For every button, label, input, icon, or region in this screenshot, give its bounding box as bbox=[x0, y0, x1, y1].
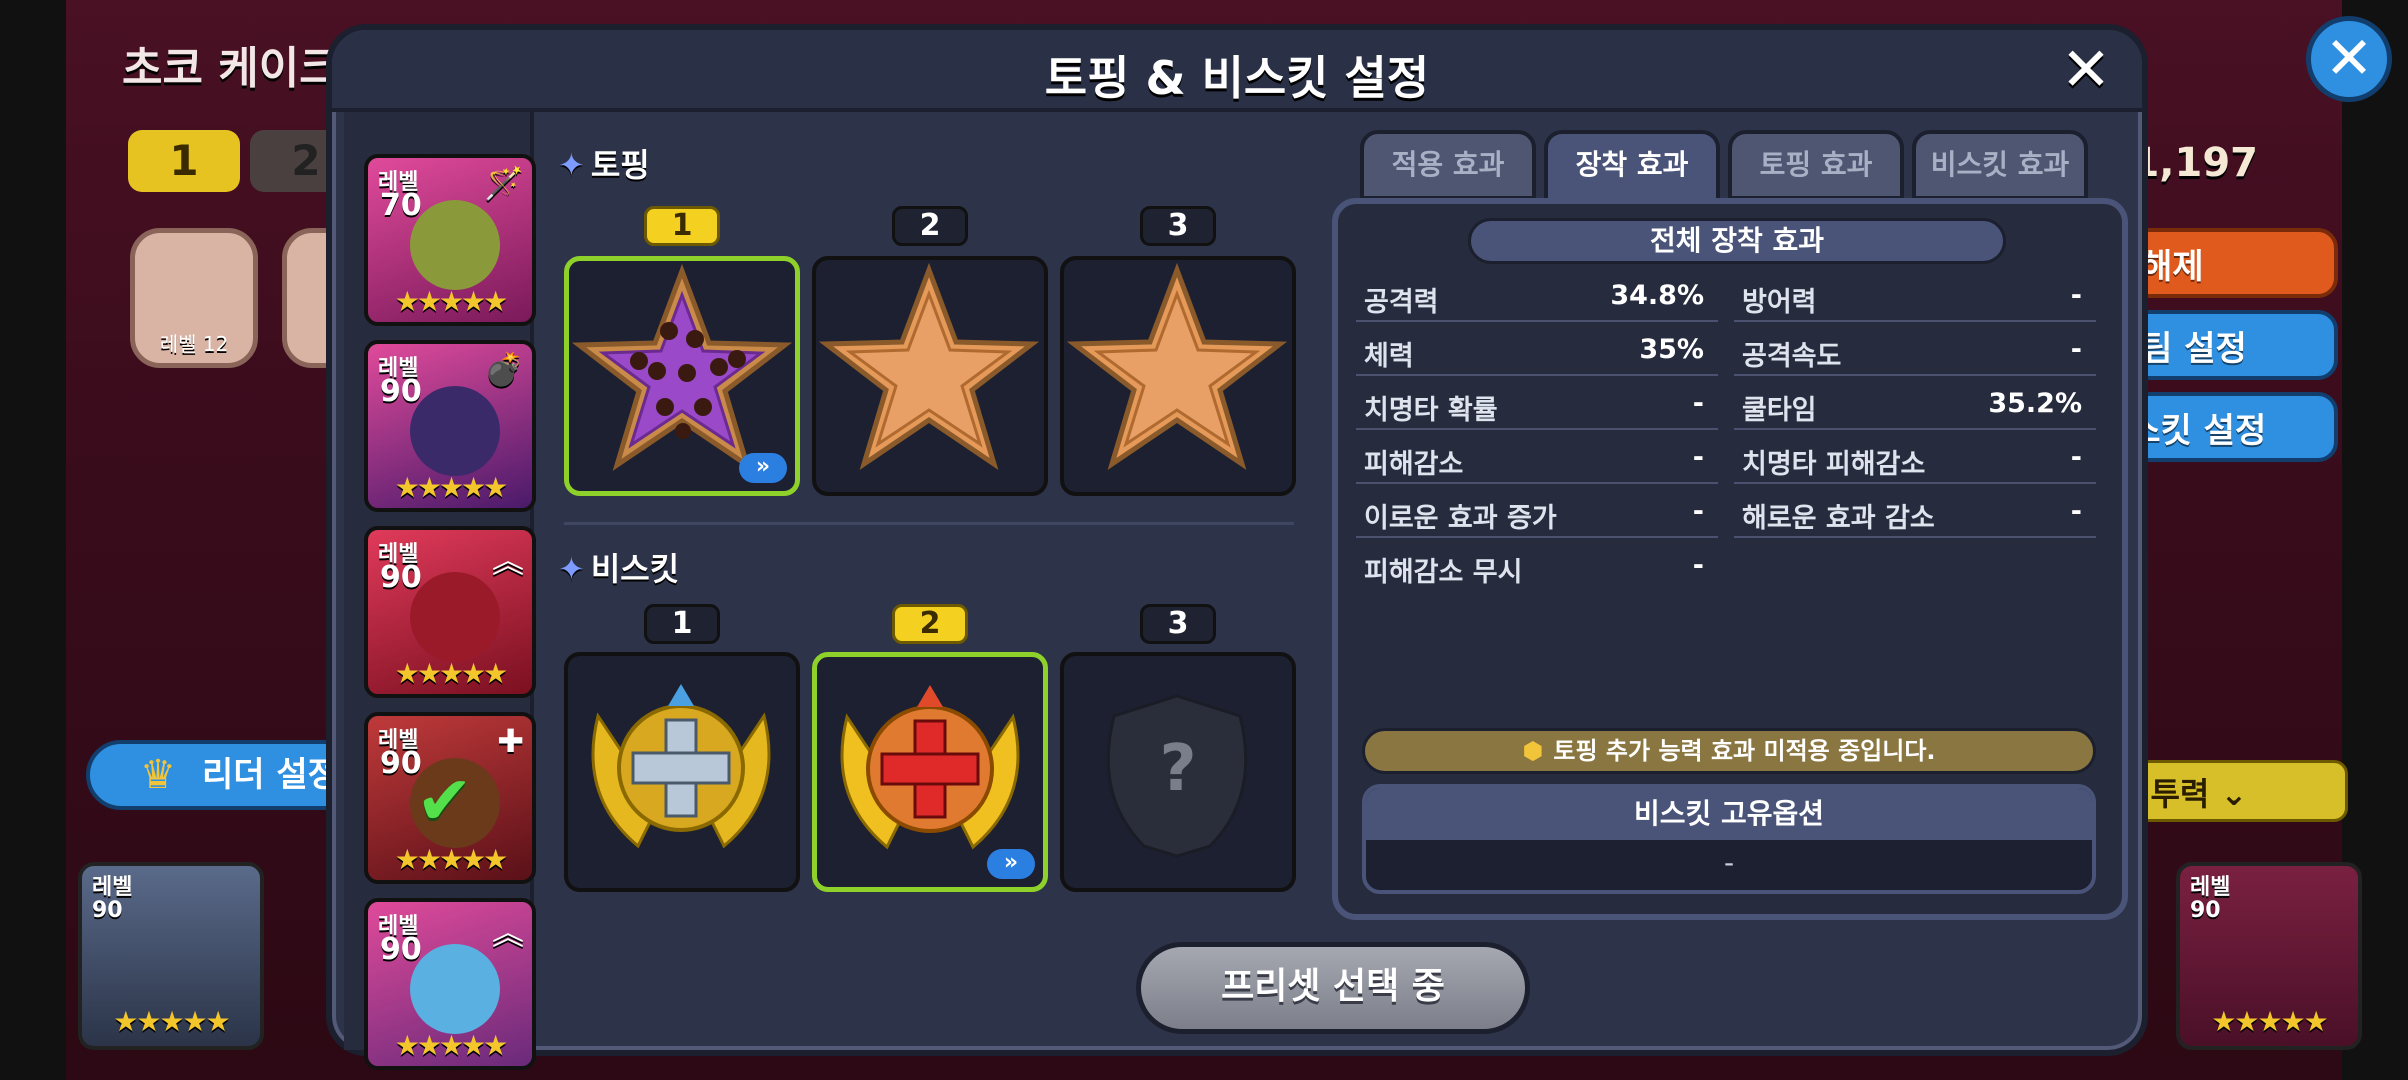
silver-cross-biscuit-icon bbox=[591, 684, 771, 849]
stat-row: 방어력 - bbox=[1734, 274, 2096, 322]
background-team-tab-1: 1 bbox=[128, 130, 240, 192]
star-rating: ★★★★★ bbox=[394, 1029, 509, 1062]
stat-row: 치명타 피해감소 - bbox=[1734, 436, 2096, 484]
stat-row: 피해감소 - bbox=[1356, 436, 1718, 484]
star-rating: ★★★★★ bbox=[394, 471, 509, 504]
unique-option-value: - bbox=[1723, 846, 1735, 879]
upgrade-arrow-icon: » bbox=[739, 453, 787, 483]
cookie-list: 레벨 70 🪄 ★★★★★ 레벨 90 💣 ★★★★★ 레벨 90 ︽ ★★★★… bbox=[344, 112, 536, 1070]
sparkle-icon: ✦ bbox=[558, 550, 585, 588]
background-cookie-card: 레벨 90 ★★★★★ bbox=[2176, 862, 2362, 1050]
unique-option-title: 비스킷 고유옵션 bbox=[1366, 788, 2092, 840]
left-bezel bbox=[0, 0, 66, 1080]
stat-row: 피해감소 무시 - bbox=[1364, 550, 1704, 588]
star-rating: ★★★★★ bbox=[394, 657, 509, 690]
checkmark-icon: ✔ bbox=[416, 762, 473, 841]
stat-row: 이로운 효과 증가 - bbox=[1356, 490, 1718, 538]
background-cookie-card: 레벨 90 ★★★★★ bbox=[78, 862, 264, 1050]
biscuit-slot-3[interactable]: ? bbox=[1060, 652, 1296, 892]
tab-topping-effects[interactable]: 토핑 효과 bbox=[1728, 130, 1904, 200]
biscuit-slot-number: 3 bbox=[1140, 604, 1216, 644]
upgrade-arrow-icon: » bbox=[987, 849, 1035, 879]
cookie-card[interactable]: 레벨 90 💣 ★★★★★ bbox=[364, 340, 536, 512]
dialog-title: 토핑 & 비스킷 설정 bbox=[1044, 51, 1430, 105]
stat-row: 체력 35% bbox=[1356, 328, 1718, 376]
tab-equipped-effects[interactable]: 장착 효과 bbox=[1544, 130, 1720, 204]
question-mark-icon: ? bbox=[1159, 732, 1197, 806]
topping-slot-2[interactable] bbox=[812, 256, 1048, 496]
topping-warning-icon: ⬢ bbox=[1522, 737, 1544, 765]
crown-icon: ♛ bbox=[140, 752, 176, 798]
section-divider bbox=[564, 522, 1294, 525]
biscuit-section-title: ✦ 비스킷 bbox=[558, 550, 680, 588]
stat-row: 공격력 34.8% bbox=[1356, 274, 1718, 322]
topping-slot-number: 3 bbox=[1140, 206, 1216, 246]
plus-icon: ✚ bbox=[497, 722, 524, 760]
cookie-portrait bbox=[410, 200, 500, 290]
wand-icon: 🪄 bbox=[484, 164, 524, 202]
cookie-portrait bbox=[410, 944, 500, 1034]
stats-header: 전체 장착 효과 bbox=[1468, 218, 2006, 264]
star-rating: ★★★★★ bbox=[394, 285, 509, 318]
close-button[interactable]: ✕ bbox=[2056, 40, 2116, 102]
cookie-card[interactable]: 레벨 70 🪄 ★★★★★ bbox=[364, 154, 536, 326]
topping-notice-bar: ⬢ 토핑 추가 능력 효과 미적용 중입니다. bbox=[1362, 728, 2096, 774]
topping-biscuit-dialog: 토핑 & 비스킷 설정 ✕ 레벨 70 🪄 ★★★★★ 레벨 90 💣 ★★★★… bbox=[326, 24, 2148, 1070]
background-treasure-slot: 레벨 12 bbox=[130, 228, 258, 368]
star-rating: ★★★★★ bbox=[394, 843, 509, 876]
cookie-portrait bbox=[410, 572, 500, 662]
cookie-card[interactable]: 레벨 90 ︽ ★★★★★ bbox=[364, 526, 536, 698]
cookie-card[interactable]: 레벨 90 ︽ ★★★★★ bbox=[364, 898, 536, 1070]
dialog-header: 토핑 & 비스킷 설정 ✕ bbox=[332, 30, 2142, 112]
empty-topping-star-icon bbox=[818, 262, 1040, 470]
double-chevron-up-icon: ︽ bbox=[491, 914, 524, 952]
stats-panel: 전체 장착 효과 공격력 34.8% 체력 35% 치명타 확률 - 피해감소 - 이로… bbox=[1332, 198, 2128, 920]
topping-section-title: ✦ 토핑 bbox=[558, 146, 650, 184]
biscuit-slot-number: 1 bbox=[644, 604, 720, 644]
biscuit-slot-number: 2 bbox=[892, 604, 968, 644]
background-title: 초코 케이크 bbox=[122, 43, 340, 94]
biscuit-slot-2[interactable]: » bbox=[812, 652, 1048, 892]
bomb-icon: 💣 bbox=[484, 350, 524, 388]
tab-biscuit-effects[interactable]: 비스킷 효과 bbox=[1912, 130, 2088, 200]
stat-row: 치명타 확률 - bbox=[1356, 382, 1718, 430]
cookie-card[interactable]: 레벨 90 ✚ ✔ ★★★★★ bbox=[364, 712, 536, 884]
sparkle-icon: ✦ bbox=[558, 146, 585, 184]
stat-row: 쿨타임 35.2% bbox=[1734, 382, 2096, 430]
empty-topping-star-icon bbox=[1066, 262, 1288, 470]
biscuit-slot-1[interactable] bbox=[564, 652, 800, 892]
cookie-portrait bbox=[410, 386, 500, 476]
tab-applied-effects[interactable]: 적용 효과 bbox=[1360, 130, 1536, 200]
topping-slot-number: 1 bbox=[644, 206, 720, 246]
topping-slot-3[interactable] bbox=[1060, 256, 1296, 496]
biscuit-unique-option: 비스킷 고유옵션 - bbox=[1362, 784, 2096, 894]
preset-select-button[interactable]: 프리셋 선택 중 bbox=[1136, 942, 1530, 1034]
stat-row: 해로운 효과 감소 - bbox=[1734, 490, 2096, 538]
stat-row: 공격속도 - bbox=[1734, 328, 2096, 376]
topping-slot-1[interactable]: » bbox=[564, 256, 800, 496]
outer-close-button[interactable]: ✕ bbox=[2306, 16, 2392, 102]
topping-slot-number: 2 bbox=[892, 206, 968, 246]
double-chevron-up-icon: ︽ bbox=[491, 542, 524, 580]
